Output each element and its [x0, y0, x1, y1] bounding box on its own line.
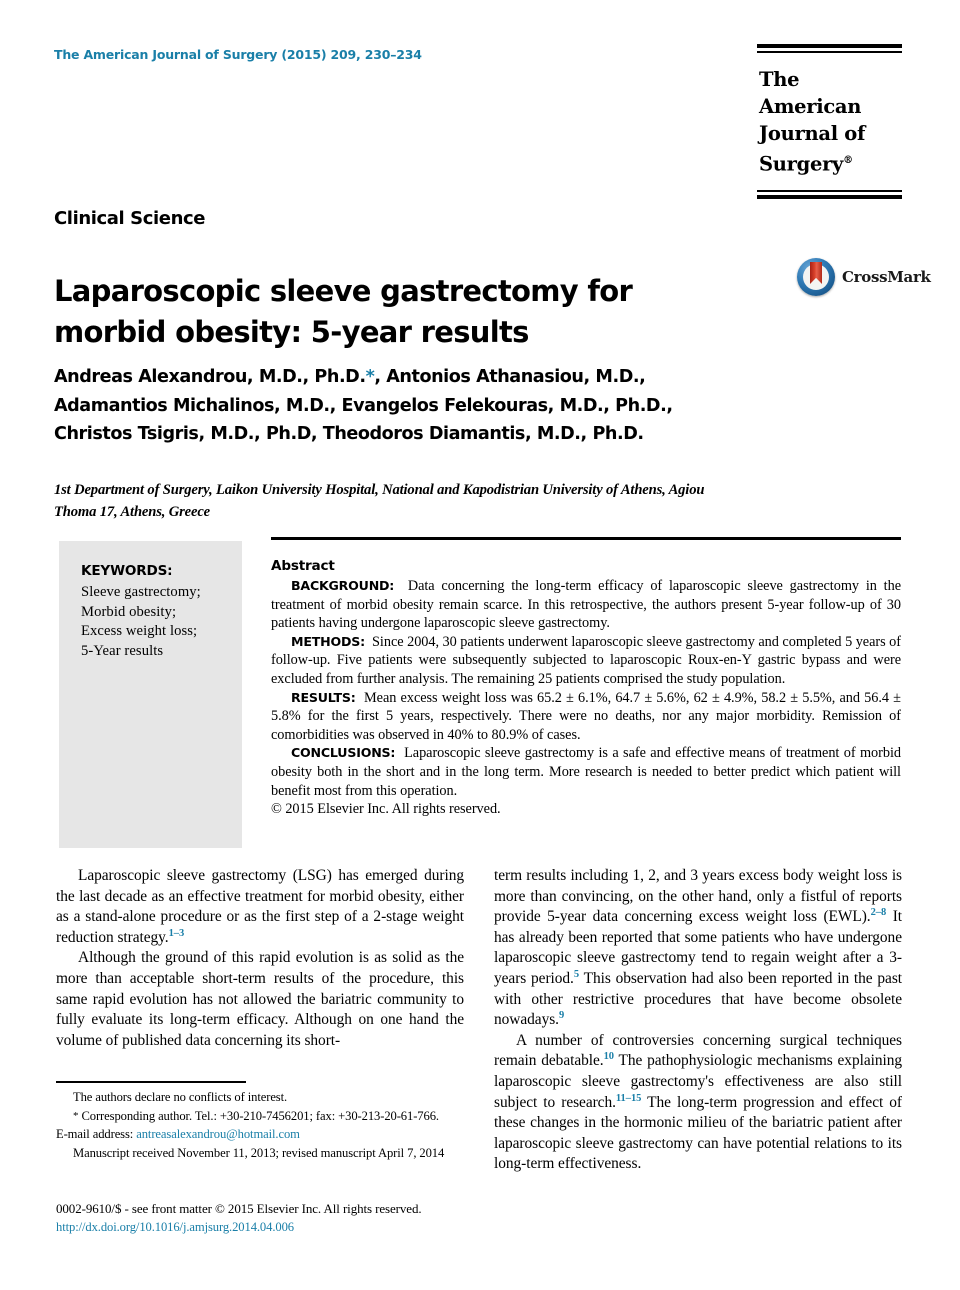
journal-reference: The American Journal of Surgery (2015) 2…: [54, 47, 422, 62]
reference-link[interactable]: 5: [574, 969, 579, 980]
abstract-conclusions-paragraph: CONCLUSIONS: Laparoscopic sleeve gastrec…: [271, 744, 901, 800]
reference-link[interactable]: 9: [559, 1010, 564, 1021]
abstract-conclusions-label: CONCLUSIONS:: [291, 745, 396, 761]
abstract-body: BACKGROUND: Data concerning the long-ter…: [271, 577, 901, 819]
bottom-matter: 0002-9610/$ - see front matter © 2015 El…: [56, 1199, 556, 1237]
footnote-rule: [56, 1081, 246, 1083]
abstract-results-text: Mean excess weight loss was 65.2 ± 6.1%,…: [271, 689, 901, 743]
corresponding-author-note: * Corresponding author. Tel.: +30-210-74…: [56, 1107, 468, 1126]
footnote-block: The authors declare no conflicts of inte…: [56, 1088, 468, 1162]
keyword-item: Excess weight loss;: [81, 623, 198, 639]
abstract-copyright: © 2015 Elsevier Inc. All rights reserved…: [271, 801, 501, 818]
reference-link[interactable]: 11–15: [616, 1092, 641, 1104]
abstract-background-paragraph: BACKGROUND: Data concerning the long-ter…: [271, 577, 901, 633]
reference-link[interactable]: 1–3: [169, 928, 185, 939]
article-page: The American Journal of Surgery (2015) 2…: [0, 0, 960, 1290]
email-line: E-mail address: antreasalexandrou@hotmai…: [56, 1125, 468, 1144]
body-column-right: term results including 1, 2, and 3 years…: [494, 866, 902, 1175]
keyword-item: Morbid obesity;: [81, 603, 177, 620]
conflicts-statement: The authors declare no conflicts of inte…: [73, 1090, 288, 1104]
asterisk-icon: *: [73, 1109, 79, 1122]
abstract-methods-label: METHODS:: [291, 633, 365, 649]
keyword-item: Sleeve gastrectomy;: [81, 584, 201, 600]
body-paragraph: term results including 1, 2, and 3 years…: [494, 866, 902, 1031]
journal-logo: The American Journal of Surgery®: [757, 44, 902, 199]
reference-link[interactable]: 10: [604, 1051, 614, 1062]
journal-logo-line2: Journal of Surgery: [759, 122, 866, 176]
corresponding-author-text: Corresponding author. Tel.: +30-210-7456…: [81, 1108, 439, 1123]
crossmark-logo-icon: [797, 258, 835, 296]
crossmark-label: CrossMark: [842, 268, 931, 286]
abstract-background-label: BACKGROUND:: [291, 578, 395, 593]
abstract-methods-text: Since 2004, 30 patients underwent laparo…: [271, 633, 901, 687]
author-line-1-post: , Antonios Athanasiou, M.D.,: [374, 367, 646, 387]
manuscript-dates: Manuscript received November 11, 2013; r…: [73, 1145, 445, 1160]
email-link[interactable]: antreasalexandrou@hotmail.com: [136, 1127, 300, 1141]
abstract-methods-paragraph: METHODS: Since 2004, 30 patients underwe…: [271, 633, 901, 689]
body-paragraph: Although the ground of this rapid evolut…: [56, 949, 464, 1049]
keyword-item: 5-Year results: [81, 642, 164, 659]
page-title: Laparoscopic sleeve gastrectomy for morb…: [54, 274, 633, 350]
abstract-results-paragraph: RESULTS: Mean excess weight loss was 65.…: [271, 689, 901, 745]
issn-copyright-line: 0002-9610/$ - see front matter © 2015 El…: [56, 1201, 422, 1216]
doi-link[interactable]: http://dx.doi.org/10.1016/j.amjsurg.2014…: [56, 1218, 556, 1237]
section-kicker: Clinical Science: [54, 208, 206, 229]
abstract-top-rule: [271, 537, 901, 540]
affiliation: 1st Department of Surgery, Laikon Univer…: [54, 482, 705, 520]
journal-logo-line2-wrap: Journal of Surgery®: [759, 120, 902, 178]
body-text: Laparoscopic sleeve gastrectomy (LSG) ha…: [56, 867, 464, 946]
body-paragraph: A number of controversies concerning sur…: [494, 1031, 902, 1175]
keywords-list: Sleeve gastrectomy; Morbid obesity; Exce…: [81, 583, 242, 661]
corresponding-author-marker: *: [365, 367, 375, 387]
logo-rule-top: [757, 44, 902, 53]
keywords-heading: KEYWORDS:: [81, 563, 173, 579]
author-line-3: Christos Tsigris, M.D., Ph.D, Theodoros …: [54, 424, 644, 444]
reference-link[interactable]: 2–8: [871, 907, 887, 918]
body-column-left: Laparoscopic sleeve gastrectomy (LSG) ha…: [56, 866, 464, 1051]
abstract-results-label: RESULTS:: [291, 689, 356, 705]
author-list: Andreas Alexandrou, M.D., Ph.D.*, Antoni…: [54, 363, 734, 449]
email-label: E-mail address:: [56, 1127, 134, 1142]
journal-logo-line1: The American: [759, 68, 862, 118]
body-text: term results including 1, 2, and 3 years…: [494, 867, 902, 926]
author-line-1-pre: Andreas Alexandrou, M.D., Ph.D.: [54, 367, 366, 387]
registered-mark: ®: [843, 155, 853, 166]
author-line-2: Adamantios Michalinos, M.D., Evangelos F…: [54, 395, 673, 416]
logo-rule-bottom: [757, 189, 902, 199]
journal-logo-text: The American Journal of Surgery®: [757, 53, 902, 190]
keywords-box: KEYWORDS: Sleeve gastrectomy; Morbid obe…: [59, 541, 242, 848]
abstract-heading: Abstract: [271, 558, 335, 574]
crossmark-badge[interactable]: CrossMark: [797, 258, 931, 296]
body-paragraph: Laparoscopic sleeve gastrectomy (LSG) ha…: [56, 866, 464, 948]
